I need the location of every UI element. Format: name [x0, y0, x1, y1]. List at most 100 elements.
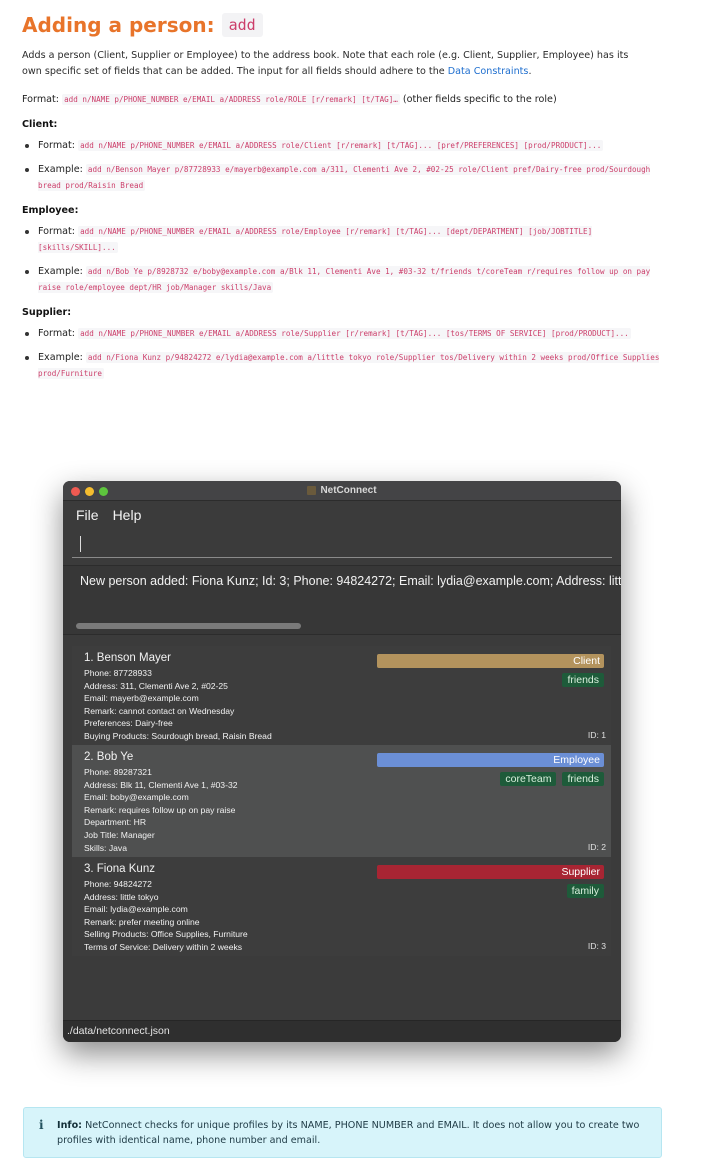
email-field: Email: boby@example.com [84, 792, 189, 803]
example-label: Example: [38, 352, 83, 363]
employee-heading: Employee: [22, 205, 79, 216]
horizontal-scrollbar[interactable] [76, 623, 301, 629]
window-title-text: NetConnect [320, 485, 377, 496]
list-item: Example: add n/Fiona Kunz p/94824272 e/l… [22, 350, 662, 382]
client-list: Format: add n/NAME p/PHONE_NUMBER e/EMAI… [22, 138, 682, 194]
tag: friends [562, 673, 604, 687]
terms-of-service-field: Terms of Service: Delivery within 2 week… [84, 941, 243, 952]
phone-field: Phone: 94824272 [84, 879, 152, 889]
person-fields: Phone: 87728933 Address: 311, Clementi A… [84, 667, 272, 743]
client-example-code: add n/Benson Mayer p/87728933 e/mayerb@e… [38, 164, 651, 191]
list-item: Example: add n/Benson Mayer p/87728933 e… [22, 162, 662, 194]
list-item: Format: add n/NAME p/PHONE_NUMBER e/EMAI… [22, 224, 662, 256]
result-text: New person added: Fiona Kunz; Id: 3; Pho… [80, 574, 621, 588]
section-heading: Adding a person: add [22, 10, 682, 40]
window-titlebar: NetConnect [63, 481, 621, 501]
email-field: Email: lydia@example.com [84, 904, 188, 915]
menu-file[interactable]: File [76, 507, 99, 523]
format-label: Format: [38, 140, 76, 151]
example-label: Example: [38, 266, 83, 277]
remark-field: Remark: requires follow up on pay raise [84, 804, 236, 815]
example-label: Example: [38, 164, 83, 175]
address-field: Address: Blk 11, Clementi Ave 1, #03-32 [84, 779, 238, 790]
person-id: ID: 2 [587, 842, 606, 852]
person-name: 3. Fiona Kunz [84, 863, 155, 875]
person-name: 2. Bob Ye [84, 751, 134, 763]
menu-help[interactable]: Help [113, 507, 142, 523]
address-field: Address: little tokyo [84, 891, 159, 902]
list-item: Format: add n/NAME p/PHONE_NUMBER e/EMAI… [22, 138, 662, 154]
role-badge: Supplier [377, 865, 604, 879]
skills-field: Skills: Java [84, 842, 127, 853]
text-caret [80, 536, 81, 552]
heading-command-code: add [221, 13, 263, 37]
supplier-heading: Supplier: [22, 307, 72, 318]
data-constraints-link[interactable]: Data Constraints [448, 66, 529, 77]
person-name: 1. Benson Mayer [84, 652, 171, 664]
department-field: Department: HR [84, 817, 147, 828]
info-body: NetConnect checks for unique profiles by… [57, 1120, 640, 1146]
list-item: Example: add n/Bob Ye p/8928732 e/boby@e… [22, 264, 662, 296]
info-label: Info: [57, 1120, 83, 1131]
format-note: (other fields specific to the role) [402, 94, 557, 105]
minimize-window-button[interactable] [85, 487, 94, 496]
person-card[interactable]: 3. Fiona Kunz Phone: 94824272 Address: l… [72, 857, 611, 956]
preferences-field: Preferences: Dairy-free [84, 718, 173, 729]
supplier-format-code: add n/NAME p/PHONE_NUMBER e/EMAIL a/ADDR… [78, 328, 631, 339]
info-callout: i Info: NetConnect checks for unique pro… [23, 1107, 662, 1158]
supplier-example-code: add n/Fiona Kunz p/94824272 e/lydia@exam… [38, 352, 660, 379]
employee-example-code: add n/Bob Ye p/8928732 e/boby@example.co… [38, 266, 651, 293]
status-bar: ./data/netconnect.json [63, 1020, 621, 1042]
address-field: Address: 311, Clementi Ave 2, #02-25 [84, 680, 228, 691]
window-title: NetConnect [307, 485, 377, 496]
format-label: Format: [22, 94, 60, 105]
list-item: Format: add n/NAME p/PHONE_NUMBER e/EMAI… [22, 326, 662, 342]
remark-field: Remark: prefer meeting online [84, 916, 200, 927]
employee-list: Format: add n/NAME p/PHONE_NUMBER e/EMAI… [22, 224, 682, 296]
person-list: 1. Benson Mayer Phone: 87728933 Address:… [72, 646, 611, 956]
menu-bar: File Help [63, 501, 621, 528]
info-icon: i [39, 1118, 44, 1132]
netconnect-window-screenshot: NetConnect File Help New person added: F… [63, 481, 621, 1042]
format-code: add n/NAME p/PHONE_NUMBER e/EMAIL a/ADDR… [62, 94, 400, 105]
job-title-field: Job Title: Manager [84, 829, 155, 840]
buying-products-field: Buying Products: Sourdough bread, Raisin… [84, 730, 272, 741]
intro-text: Adds a person (Client, Supplier or Emplo… [22, 50, 629, 77]
role-label: Supplier [561, 866, 600, 878]
client-heading: Client: [22, 119, 58, 130]
person-id: ID: 3 [587, 941, 606, 951]
role-label: Employee [553, 754, 600, 766]
person-fields: Phone: 94824272 Address: little tokyo Em… [84, 878, 248, 954]
person-id: ID: 1 [587, 730, 606, 740]
person-card[interactable]: 2. Bob Ye Phone: 89287321 Address: Blk 1… [72, 745, 611, 857]
role-label: Client [573, 655, 600, 667]
close-window-button[interactable] [71, 487, 80, 496]
email-field: Email: mayerb@example.com [84, 693, 199, 704]
supplier-list: Format: add n/NAME p/PHONE_NUMBER e/EMAI… [22, 326, 682, 382]
info-text: Info: NetConnect checks for unique profi… [57, 1118, 647, 1148]
intro-end: . [528, 66, 532, 77]
remark-field: Remark: cannot contact on Wednesday [84, 705, 235, 716]
tag-list: coreTeam friends [494, 772, 604, 786]
client-format-code: add n/NAME p/PHONE_NUMBER e/EMAIL a/ADDR… [78, 140, 604, 151]
user-guide-section: Adding a person: add Adds a person (Clie… [22, 10, 682, 382]
tag-list: family [561, 884, 604, 898]
format-label: Format: [38, 226, 76, 237]
person-fields: Phone: 89287321 Address: Blk 11, Clement… [84, 766, 238, 854]
phone-field: Phone: 89287321 [84, 767, 152, 777]
selling-products-field: Selling Products: Office Supplies, Furni… [84, 929, 248, 940]
tag-list: friends [556, 673, 604, 687]
format-label: Format: [38, 328, 76, 339]
role-badge: Client [377, 654, 604, 668]
result-display: New person added: Fiona Kunz; Id: 3; Pho… [63, 565, 621, 635]
intro-paragraph: Adds a person (Client, Supplier or Emplo… [22, 48, 642, 80]
command-input[interactable] [72, 531, 612, 558]
zoom-window-button[interactable] [99, 487, 108, 496]
person-card[interactable]: 1. Benson Mayer Phone: 87728933 Address:… [72, 646, 611, 745]
phone-field: Phone: 87728933 [84, 668, 152, 678]
tag: family [566, 884, 604, 898]
general-format: Format: add n/NAME p/PHONE_NUMBER e/EMAI… [22, 92, 682, 108]
tag: coreTeam [500, 772, 557, 786]
employee-format-code: add n/NAME p/PHONE_NUMBER e/EMAIL a/ADDR… [38, 226, 593, 253]
heading-text: Adding a person: [22, 13, 215, 37]
